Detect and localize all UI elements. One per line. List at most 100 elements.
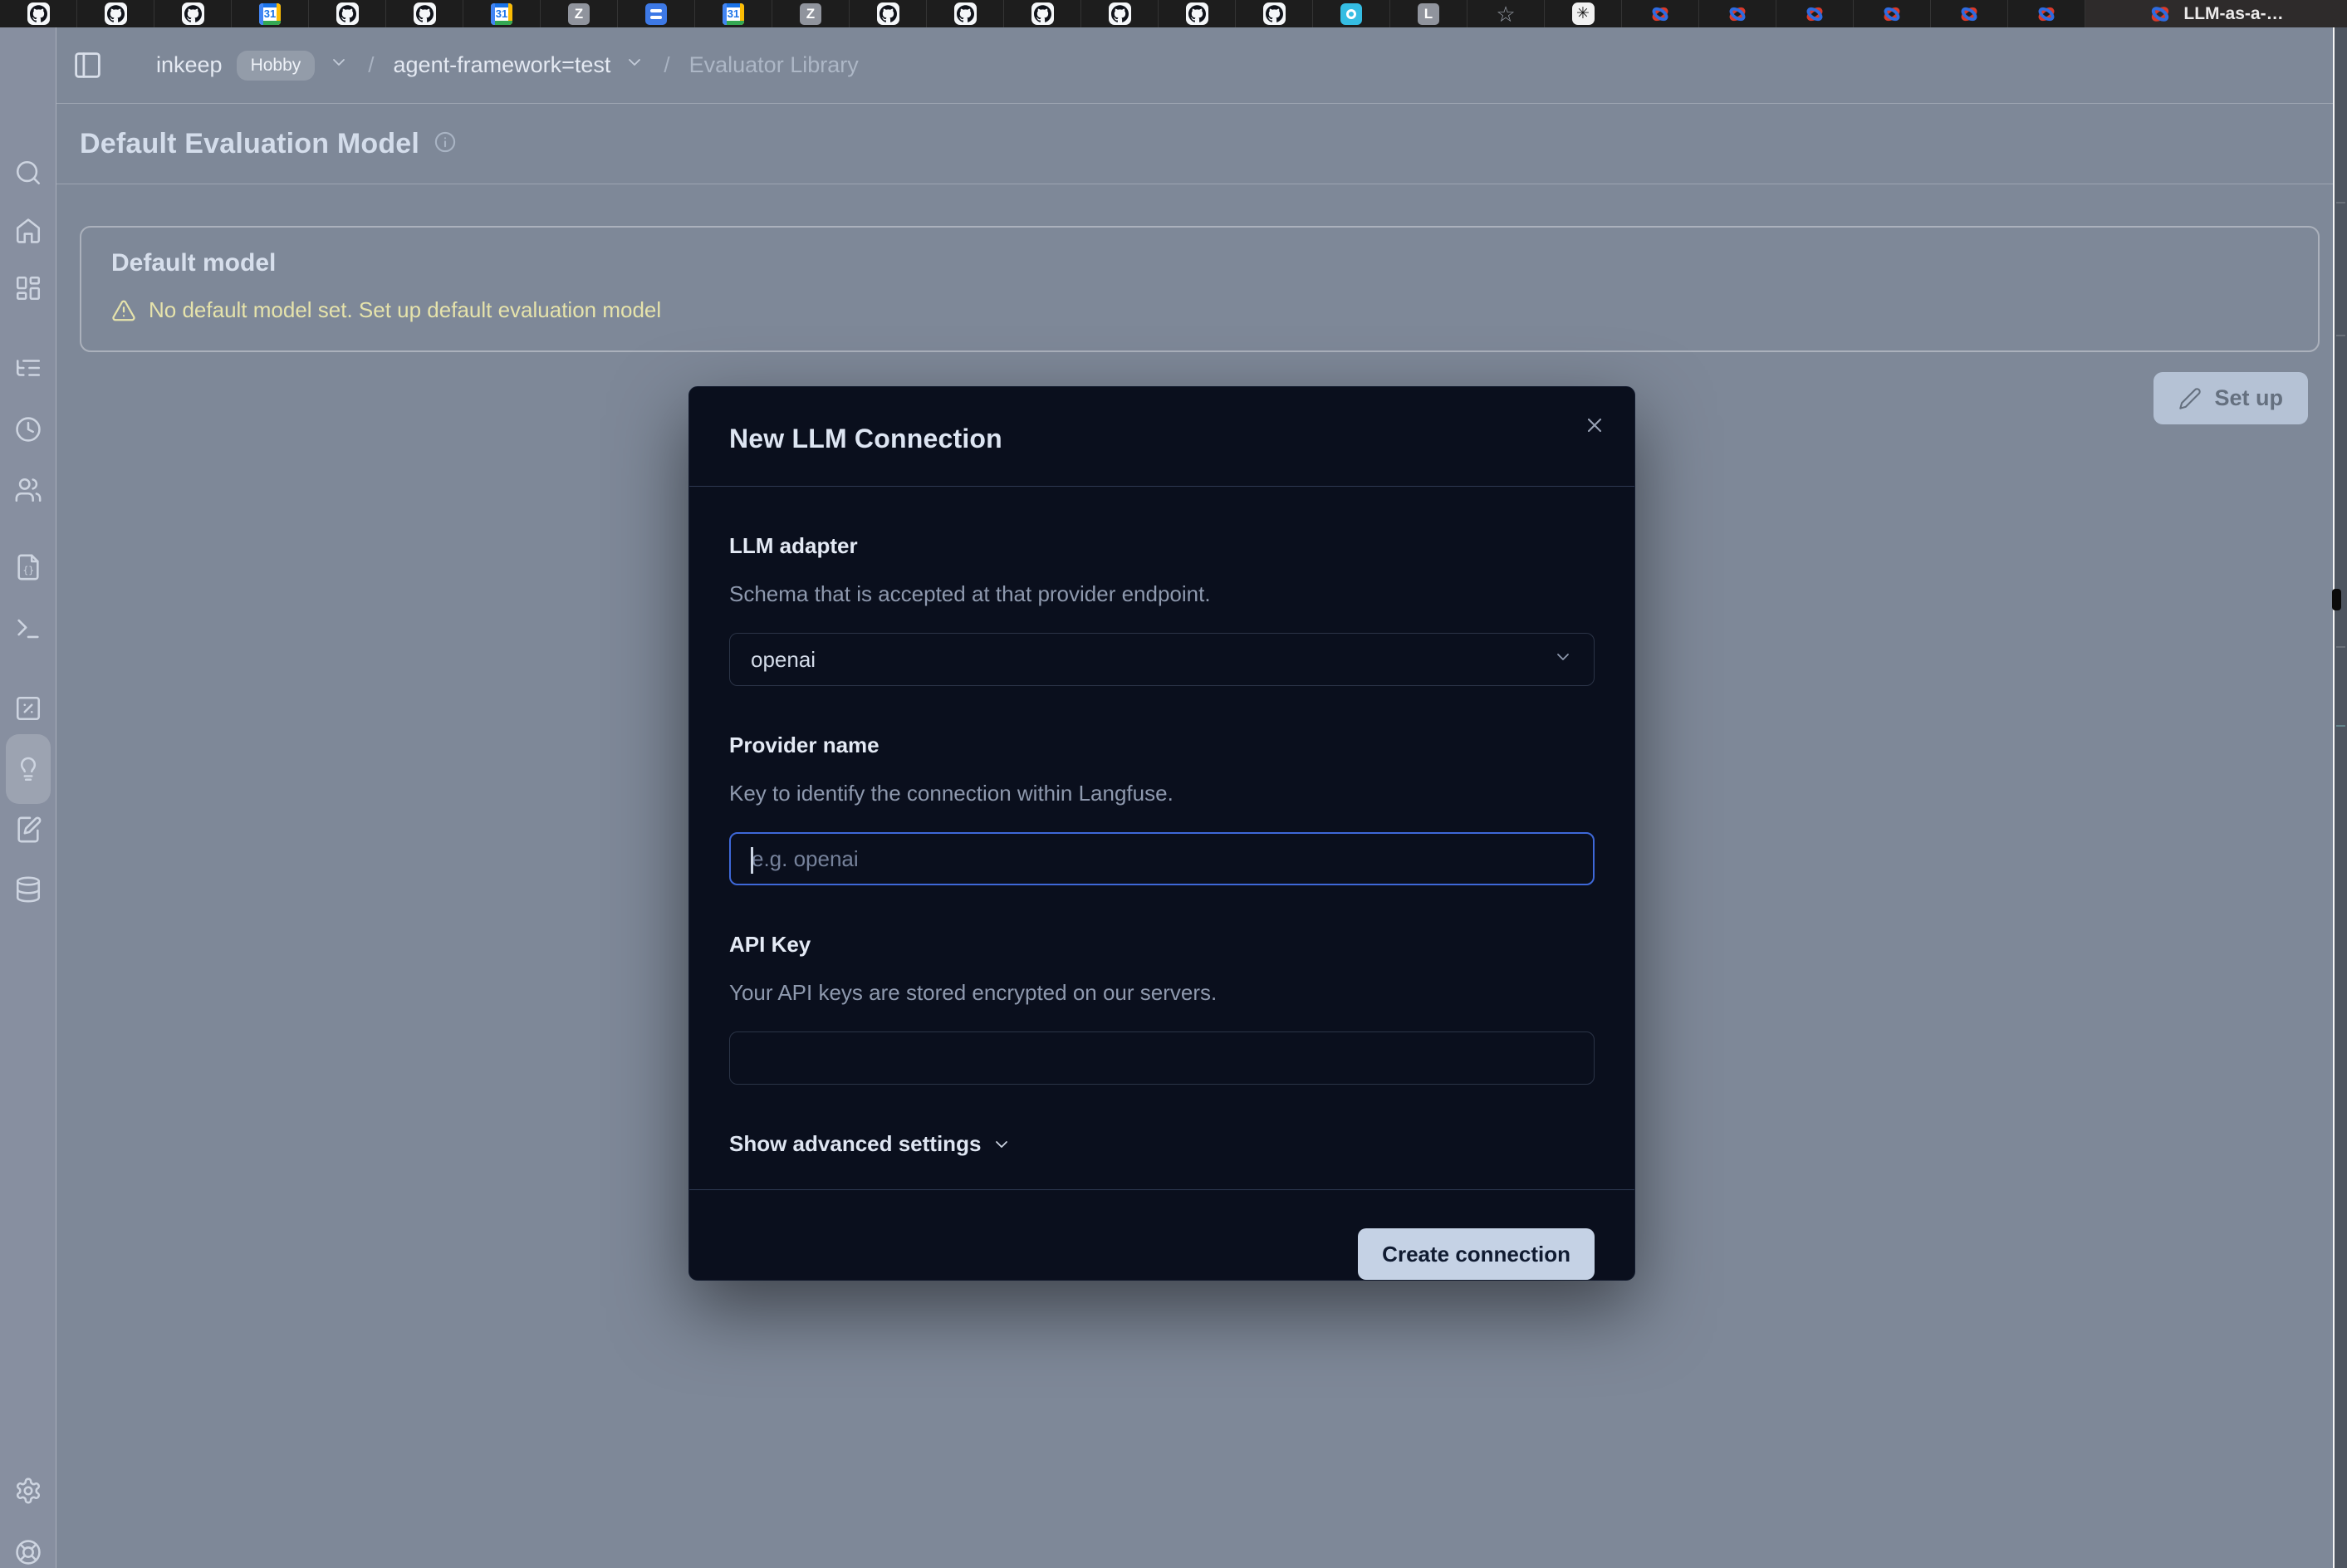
sidebar-item-tracing[interactable] [7,347,49,389]
pinned-tab-github[interactable] [77,0,154,27]
pinned-tab-github[interactable] [1236,0,1313,27]
adapter-label: LLM adapter [729,533,1595,559]
api-key-description: Your API keys are stored encrypted on ou… [729,980,1595,1006]
github-favicon [954,2,977,25]
warning-text: No default model set. Set up default eva… [149,297,661,323]
github-favicon [182,2,204,25]
pinned-tab-github[interactable] [309,0,386,27]
svg-text:{}: {} [22,564,34,576]
sidebar-item-home[interactable] [7,210,49,252]
sidebar-item-annotation[interactable] [7,809,49,850]
sidebar-toggle-button[interactable] [66,45,108,86]
modal-title: New LLM Connection [729,424,1595,454]
set-up-label: Set up [2214,385,2283,411]
github-favicon [414,2,436,25]
z-app-favicon: Z [800,3,821,25]
breadcrumb-section: Evaluator Library [689,52,859,78]
sidebar-item-scores[interactable] [7,688,49,729]
pinned-tab-github[interactable] [850,0,927,27]
close-button[interactable] [1576,407,1613,443]
create-connection-button[interactable]: Create connection [1358,1228,1595,1280]
sidebar-item-sessions[interactable] [7,409,49,450]
pinned-tab-langfuse[interactable] [1622,0,1699,27]
active-tab[interactable]: LLM-as-a-… [2085,0,2347,27]
star-favicon: ☆ [1496,3,1515,25]
pinned-tab-chat[interactable] [1313,0,1390,27]
pinned-tab-z-app[interactable]: Z [541,0,618,27]
sidebar-item-evaluators[interactable] [6,734,51,804]
lightbulb-icon [14,755,42,783]
pinned-tab-openai[interactable]: ✳ [1545,0,1622,27]
pinned-tab-google-calendar[interactable]: 31 [463,0,541,27]
provider-name-input[interactable] [752,834,1572,884]
database-icon [14,875,42,904]
pinned-tab-langfuse[interactable] [1854,0,1931,27]
scrollbar[interactable] [2333,27,2347,1568]
browser-tab-strip: 31 31 Z 31 Z L ☆ ✳ LLM-as-a-… [0,0,2347,27]
pinned-tab-github[interactable] [154,0,232,27]
app-window: 31 31 Z 31 Z L ☆ ✳ LLM-as-a-… [0,0,2347,1568]
sidebar-item-support[interactable] [7,1531,49,1568]
pinned-tab-google-calendar[interactable]: 31 [695,0,772,27]
pinned-tabs: 31 31 Z 31 Z L ☆ ✳ [0,0,2085,27]
github-favicon [105,2,127,25]
pinned-tab-langfuse[interactable] [1776,0,1854,27]
scroll-seg [2336,725,2345,727]
sidebar-item-datasets[interactable] [7,869,49,910]
breadcrumb-project[interactable]: agent-framework=test [394,52,611,78]
set-up-button[interactable]: Set up [2153,372,2308,424]
page-title: Default Evaluation Model [80,128,419,160]
langfuse-favicon [2149,2,2172,26]
advanced-toggle-label: Show advanced settings [729,1131,981,1157]
openai-favicon: ✳ [1572,2,1595,25]
modal-header: New LLM Connection [689,387,1634,487]
sidebar-item-users[interactable] [7,469,49,511]
api-key-input[interactable] [751,1032,1573,1084]
pinned-tab-github[interactable] [386,0,463,27]
pinned-tab-github[interactable] [1004,0,1081,27]
github-favicon [1186,2,1208,25]
pinned-tab-github[interactable] [1081,0,1159,27]
pinned-tab-github[interactable] [1159,0,1236,27]
pinned-tab-github[interactable] [0,0,77,27]
sidebar-item-playground[interactable] [7,608,49,649]
google-calendar-favicon: 31 [259,3,281,25]
panel-left-icon [72,50,103,81]
sidebar-item-prompts[interactable]: {} [7,546,49,588]
default-model-card: Default model No default model set. Set … [80,226,2320,352]
close-icon [1583,414,1606,437]
pinned-tab-github[interactable] [927,0,1004,27]
github-favicon [1263,2,1286,25]
clock-icon [14,415,42,443]
sidebar-item-dashboards[interactable] [7,267,49,309]
sidebar-item-search[interactable] [7,152,49,194]
langfuse-favicon [1881,3,1903,25]
pinned-tab-langfuse[interactable] [1699,0,1776,27]
breadcrumb-org[interactable]: inkeep [156,52,223,78]
org-chevron-down-icon[interactable] [329,52,349,78]
info-icon[interactable] [434,130,457,158]
pinned-tab-langfuse[interactable] [2008,0,2085,27]
search-icon [14,159,42,187]
show-advanced-settings-toggle[interactable]: Show advanced settings [729,1131,1595,1157]
langfuse-favicon [1804,3,1825,25]
google-calendar-favicon: 31 [491,3,512,25]
pinned-tab-z-app[interactable]: Z [772,0,850,27]
api-key-label: API Key [729,932,1595,958]
no-default-model-warning: No default model set. Set up default eva… [111,297,2288,323]
warning-triangle-icon [111,298,136,323]
project-chevron-down-icon[interactable] [625,52,644,78]
pinned-tab-google-calendar[interactable]: 31 [232,0,309,27]
pinned-tab-google-docs[interactable] [618,0,695,27]
file-json-icon: {} [14,553,42,581]
pinned-tab-l-app[interactable]: L [1390,0,1467,27]
sidebar-item-settings[interactable] [7,1470,49,1512]
pinned-tab-langfuse[interactable] [1931,0,2008,27]
github-favicon [336,2,359,25]
advanced-chevron-down-icon [992,1134,1012,1154]
new-llm-connection-modal: New LLM Connection LLM adapter Schema th… [688,386,1635,1281]
pinned-tab-star[interactable]: ☆ [1467,0,1545,27]
adapter-select[interactable]: openai [729,633,1595,686]
github-favicon [1031,2,1054,25]
breadcrumb-separator: / [363,52,379,78]
